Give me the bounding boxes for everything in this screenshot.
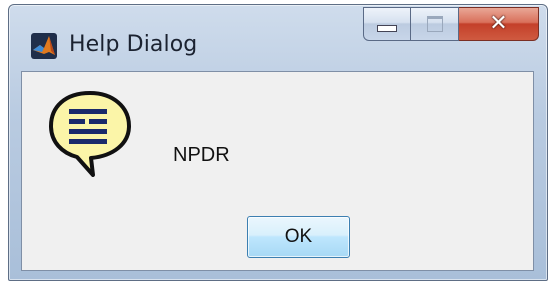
close-button[interactable]: ✕ (459, 7, 539, 41)
title-bar[interactable]: Help Dialog ✕ (9, 5, 547, 71)
maximize-button[interactable] (411, 7, 459, 41)
maximize-icon (426, 16, 443, 32)
window-title: Help Dialog (69, 32, 198, 57)
dialog-message: NPDR (173, 144, 230, 166)
help-speech-bubble-icon (45, 89, 135, 177)
matlab-icon (31, 33, 57, 59)
minimize-icon (377, 24, 397, 32)
window-controls: ✕ (363, 7, 539, 43)
dialog-body: NPDR OK (21, 71, 534, 271)
close-icon: ✕ (489, 11, 508, 36)
minimize-button[interactable] (363, 7, 411, 41)
help-dialog-window: Help Dialog ✕ NPDR OK (8, 4, 548, 281)
ok-button[interactable]: OK (247, 216, 350, 258)
